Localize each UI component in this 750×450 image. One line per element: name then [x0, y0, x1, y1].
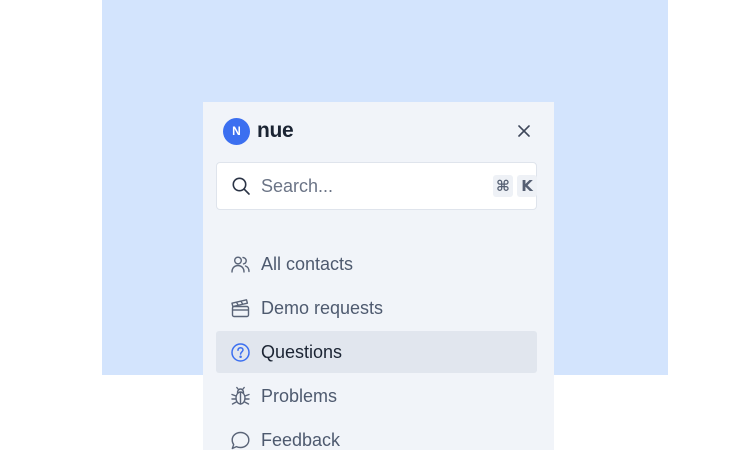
chat-bubble-icon — [230, 430, 251, 450]
nav-item-label: Problems — [261, 385, 338, 406]
brand[interactable]: N nue — [223, 117, 294, 145]
nav-list: All contacts Demo requests Questions Pro… — [216, 243, 537, 450]
nav-item-label: All contacts — [261, 253, 354, 274]
question-circle-icon — [230, 342, 251, 363]
search-input[interactable] — [261, 175, 493, 197]
command-key: ⌘ — [493, 175, 513, 197]
clapperboard-icon — [230, 298, 251, 319]
keyboard-shortcut: ⌘ K — [493, 175, 537, 197]
brand-name: nue — [257, 119, 294, 142]
search-box[interactable]: ⌘ K — [216, 162, 537, 210]
nav-item-problems[interactable]: Problems — [216, 375, 537, 417]
navigation-panel: N nue ⌘ K — [203, 102, 554, 450]
nav-item-label: Feedback — [261, 429, 341, 450]
nav-item-demo-requests[interactable]: Demo requests — [216, 287, 537, 329]
nav-item-label: Demo requests — [261, 297, 384, 318]
close-button[interactable] — [514, 121, 534, 141]
close-icon — [518, 125, 530, 137]
nav-item-questions[interactable]: Questions — [216, 331, 537, 373]
users-icon — [230, 254, 251, 275]
nav-item-all-contacts[interactable]: All contacts — [216, 243, 537, 285]
nav-item-feedback[interactable]: Feedback — [216, 419, 537, 450]
logo-icon: N — [223, 117, 250, 145]
k-key: K — [517, 175, 537, 197]
nav-item-label: Questions — [261, 341, 343, 362]
panel-header: N nue — [223, 117, 534, 145]
bug-icon — [230, 386, 251, 407]
search-icon — [231, 176, 251, 196]
